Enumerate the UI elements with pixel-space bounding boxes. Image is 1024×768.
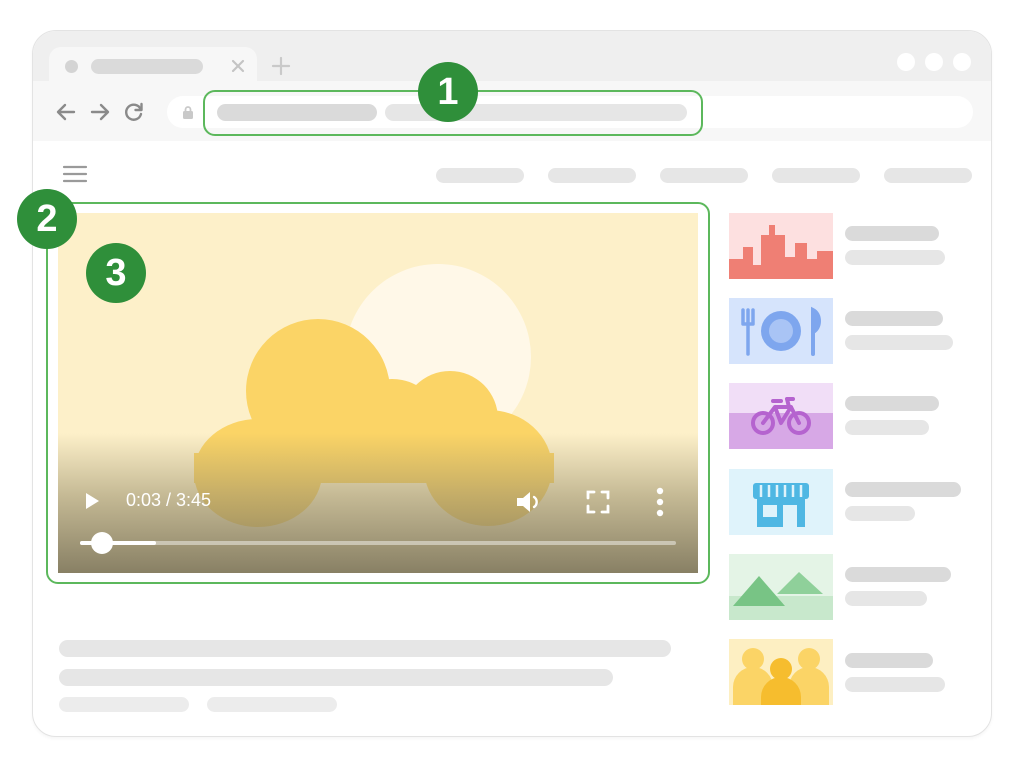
city-skyline-icon bbox=[729, 213, 833, 279]
thumbnail-food[interactable] bbox=[729, 298, 833, 364]
thumbnail-store[interactable] bbox=[729, 469, 833, 535]
sidebar-title-2[interactable] bbox=[845, 311, 943, 326]
tab-favicon bbox=[65, 60, 78, 73]
sidebar-title-3[interactable] bbox=[845, 396, 939, 411]
callout-badge-3: 3 bbox=[86, 243, 146, 303]
bicycle-icon bbox=[729, 383, 833, 449]
new-tab-icon[interactable] bbox=[271, 56, 291, 76]
sidebar-subtitle-4 bbox=[845, 506, 915, 521]
video-highlight bbox=[46, 202, 710, 584]
thumbnail-city[interactable] bbox=[729, 213, 833, 279]
window-dot-2[interactable] bbox=[925, 53, 943, 71]
window-dot-1[interactable] bbox=[897, 53, 915, 71]
plate-cutlery-icon bbox=[729, 298, 833, 364]
sidebar-title-5[interactable] bbox=[845, 567, 951, 582]
callout-badge-2: 2 bbox=[17, 189, 77, 249]
nav-link-1[interactable] bbox=[436, 168, 524, 183]
article-line-1 bbox=[59, 640, 671, 657]
window-dot-3[interactable] bbox=[953, 53, 971, 71]
nav-link-3[interactable] bbox=[660, 168, 748, 183]
nav-link-5[interactable] bbox=[884, 168, 972, 183]
mountains-icon bbox=[729, 554, 833, 620]
article-tag-2 bbox=[207, 697, 337, 712]
sidebar-title-6[interactable] bbox=[845, 653, 933, 668]
reload-icon[interactable] bbox=[123, 101, 145, 123]
article-tag-1 bbox=[59, 697, 189, 712]
sidebar-title-4[interactable] bbox=[845, 482, 961, 497]
close-tab-icon[interactable] bbox=[230, 58, 246, 74]
sidebar-subtitle-5 bbox=[845, 591, 927, 606]
lock-icon bbox=[183, 106, 193, 119]
menu-icon[interactable] bbox=[62, 164, 88, 184]
callout-badge-1: 1 bbox=[418, 62, 478, 122]
sidebar-subtitle-2 bbox=[845, 335, 953, 350]
nav-link-4[interactable] bbox=[772, 168, 860, 183]
forward-arrow-icon[interactable] bbox=[89, 101, 111, 123]
thumbnail-people[interactable] bbox=[729, 639, 833, 705]
people-group-icon bbox=[729, 639, 833, 705]
back-arrow-icon[interactable] bbox=[55, 101, 77, 123]
sidebar-title-1[interactable] bbox=[845, 226, 939, 241]
nav-link-2[interactable] bbox=[548, 168, 636, 183]
tab-title-placeholder bbox=[91, 59, 203, 74]
thumbnail-landscape[interactable] bbox=[729, 554, 833, 620]
sidebar-subtitle-1 bbox=[845, 250, 945, 265]
article-line-2 bbox=[59, 669, 613, 686]
storefront-icon bbox=[729, 469, 833, 535]
sidebar-subtitle-3 bbox=[845, 420, 929, 435]
sidebar-subtitle-6 bbox=[845, 677, 945, 692]
thumbnail-bike[interactable] bbox=[729, 383, 833, 449]
